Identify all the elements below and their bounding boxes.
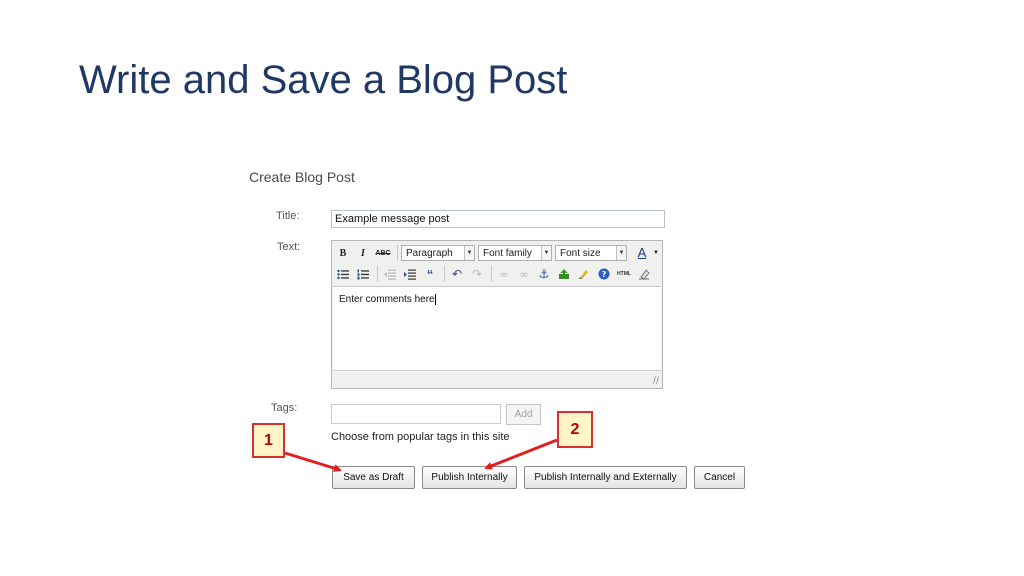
- chevron-down-icon: ▼: [464, 246, 474, 260]
- help-icon[interactable]: ?: [595, 265, 613, 283]
- undo-icon[interactable]: ↶: [448, 265, 466, 283]
- tags-input[interactable]: [331, 404, 501, 424]
- svg-text:?: ?: [602, 270, 607, 279]
- html-source-icon[interactable]: HTML: [615, 265, 633, 283]
- arrow-2: [484, 438, 558, 470]
- toolbar-separator: [444, 266, 445, 282]
- font-color-chevron-down-icon[interactable]: ▼: [652, 244, 660, 262]
- editor-toolbar-row-1: B I ABC Paragraph ▼ Font family ▼ Font s…: [334, 243, 662, 263]
- form-heading: Create Blog Post: [249, 169, 355, 185]
- numbered-list-icon[interactable]: [354, 265, 372, 283]
- font-color-icon: A: [637, 245, 647, 260]
- strikethrough-button[interactable]: ABC: [374, 244, 392, 262]
- editor-toolbar-row-2: “ ↶ ↷ ∞ ∞ ⚓ ? HTML: [334, 264, 655, 284]
- text-label: Text:: [277, 241, 301, 253]
- eraser-icon[interactable]: [635, 265, 653, 283]
- resize-handle-icon[interactable]: ∕∕: [653, 376, 659, 386]
- popular-tags-link[interactable]: Choose from popular tags in this site: [331, 431, 510, 443]
- outdent-icon[interactable]: [381, 265, 399, 283]
- cleanup-icon[interactable]: [575, 265, 593, 283]
- format-select-value: Paragraph: [406, 247, 453, 259]
- link-icon[interactable]: ∞: [495, 265, 513, 283]
- toolbar-separator: [491, 266, 492, 282]
- font-color-button[interactable]: A: [630, 244, 654, 262]
- font-family-select-value: Font family: [483, 247, 532, 259]
- save-as-draft-button[interactable]: Save as Draft: [332, 466, 415, 489]
- add-tag-button[interactable]: Add: [506, 404, 541, 425]
- callout-1: 1: [252, 423, 285, 458]
- rich-text-editor: B I ABC Paragraph ▼ Font family ▼ Font s…: [331, 240, 663, 389]
- font-family-select[interactable]: Font family ▼: [478, 245, 552, 261]
- title-label: Title:: [276, 210, 300, 222]
- font-size-select-value: Font size: [560, 247, 601, 259]
- text-caret: [434, 294, 436, 305]
- blockquote-icon[interactable]: “: [421, 265, 439, 283]
- indent-icon[interactable]: [401, 265, 419, 283]
- editor-content: Enter comments here: [339, 294, 435, 306]
- editor-statusbar: ∕∕: [333, 370, 661, 387]
- cancel-button[interactable]: Cancel: [694, 466, 745, 489]
- redo-icon[interactable]: ↷: [468, 265, 486, 283]
- toolbar-separator: [397, 245, 398, 261]
- slide-title: Write and Save a Blog Post: [79, 58, 568, 102]
- tags-label: Tags:: [271, 402, 298, 414]
- title-input[interactable]: Example message post: [331, 210, 665, 228]
- font-size-select[interactable]: Font size ▼: [555, 245, 627, 261]
- chevron-down-icon: ▼: [541, 246, 551, 260]
- image-icon[interactable]: [555, 265, 573, 283]
- format-select[interactable]: Paragraph ▼: [401, 245, 475, 261]
- publish-internally-button[interactable]: Publish Internally: [422, 466, 517, 489]
- italic-button[interactable]: I: [354, 244, 372, 262]
- editor-content-area[interactable]: Enter comments here: [333, 286, 661, 372]
- anchor-icon[interactable]: ⚓: [535, 265, 553, 283]
- callout-2: 2: [557, 411, 593, 448]
- toolbar-separator: [377, 266, 378, 282]
- chevron-down-icon: ▼: [616, 246, 626, 260]
- unlink-icon[interactable]: ∞: [515, 265, 533, 283]
- publish-internally-and-externally-button[interactable]: Publish Internally and Externally: [524, 466, 687, 489]
- bullet-list-icon[interactable]: [334, 265, 352, 283]
- bold-button[interactable]: B: [334, 244, 352, 262]
